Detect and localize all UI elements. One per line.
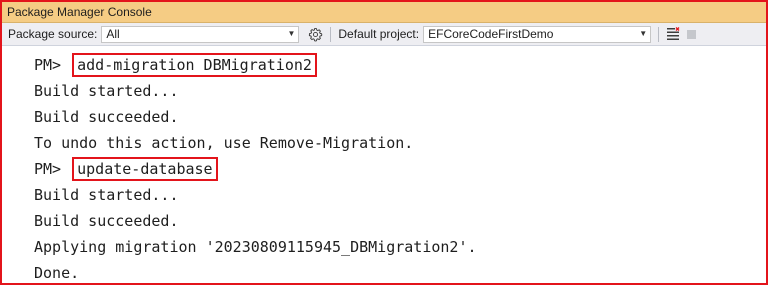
highlighted-command: update-database bbox=[72, 157, 218, 181]
highlighted-command: add-migration DBMigration2 bbox=[72, 53, 317, 77]
console-line: Applying migration '20230809115945_DBMig… bbox=[34, 238, 477, 256]
toolbar-separator bbox=[658, 26, 660, 42]
default-project-select[interactable]: EFCoreCodeFirstDemo ▼ bbox=[423, 25, 652, 43]
prompt: PM> bbox=[34, 56, 62, 74]
console-toolbar: Package source: All ▼ Default project: E… bbox=[2, 23, 766, 46]
chevron-down-icon[interactable]: ▼ bbox=[639, 30, 647, 38]
window-title: Package Manager Console bbox=[2, 2, 766, 23]
default-project-value: EFCoreCodeFirstDemo bbox=[428, 27, 554, 41]
stop-icon[interactable] bbox=[687, 29, 697, 39]
console-line: To undo this action, use Remove-Migratio… bbox=[34, 134, 414, 152]
package-source-select[interactable]: All ▼ bbox=[101, 25, 300, 43]
package-source-label: Package source: bbox=[8, 27, 98, 41]
package-source-value: All bbox=[106, 27, 120, 41]
console-line: PM> update-database bbox=[34, 156, 766, 182]
console-line: Build succeeded. bbox=[34, 108, 179, 126]
console-line: Build succeeded. bbox=[34, 212, 179, 230]
console-line: Build started... bbox=[34, 82, 179, 100]
default-project-label: Default project: bbox=[338, 27, 420, 41]
package-manager-console-window: Package Manager Console Package source: … bbox=[0, 0, 768, 285]
chevron-down-icon[interactable]: ▼ bbox=[287, 30, 295, 38]
console-output[interactable]: PM> add-migration DBMigration2 Build sta… bbox=[2, 46, 766, 286]
clear-console-icon[interactable] bbox=[666, 27, 680, 41]
gear-icon[interactable] bbox=[307, 26, 323, 42]
toolbar-separator bbox=[330, 26, 332, 42]
console-line: Build started... bbox=[34, 186, 179, 204]
prompt: PM> bbox=[34, 160, 62, 178]
console-line: PM> add-migration DBMigration2 bbox=[34, 52, 766, 78]
console-line: Done. bbox=[34, 264, 80, 282]
